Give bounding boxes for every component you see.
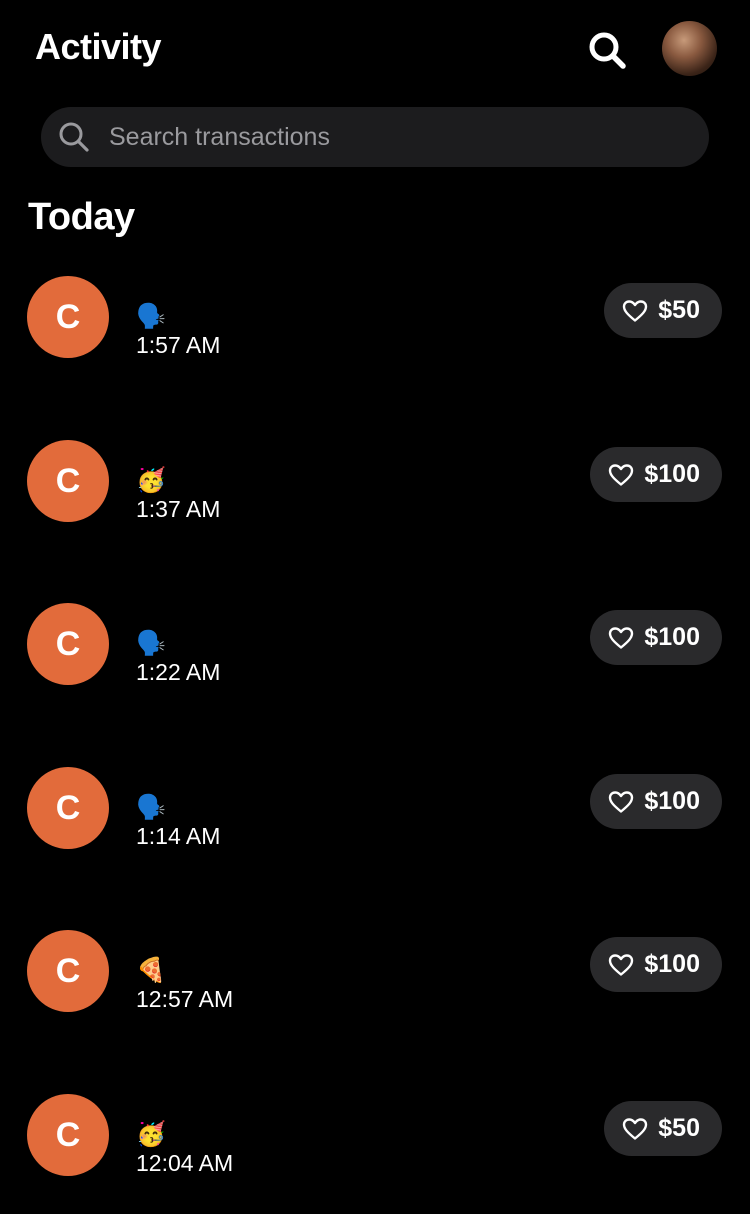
transaction-row[interactable]: C 🗣️ 1:22 AM $100 <box>0 603 750 723</box>
user-initial-avatar: C <box>27 930 109 1012</box>
heart-icon <box>623 299 648 322</box>
heart-icon <box>609 463 634 486</box>
search-input[interactable] <box>109 107 689 167</box>
transaction-row[interactable]: C 🥳 12:04 AM $50 <box>0 1094 750 1214</box>
transaction-note-emoji: 🥳 <box>136 1120 166 1148</box>
transaction-row[interactable]: C 🗣️ 1:57 AM $50 <box>0 276 750 396</box>
user-initial-avatar: C <box>27 276 109 358</box>
transaction-time: 1:57 AM <box>136 332 221 358</box>
amount-like-button[interactable]: $100 <box>590 447 722 502</box>
amount-label: $100 <box>644 460 700 488</box>
user-initial-avatar: C <box>27 440 109 522</box>
amount-like-button[interactable]: $50 <box>604 283 722 338</box>
transaction-note-emoji: 🗣️ <box>136 793 166 821</box>
amount-label: $100 <box>644 787 700 815</box>
transaction-time: 12:57 AM <box>136 986 234 1012</box>
user-initial-avatar: C <box>27 767 109 849</box>
transaction-row[interactable]: C 🗣️ 1:14 AM $100 <box>0 767 750 887</box>
transaction-time: 12:04 AM <box>136 1150 234 1176</box>
heart-icon <box>623 1117 648 1140</box>
transaction-time: 1:14 AM <box>136 823 221 849</box>
amount-label: $100 <box>644 623 700 651</box>
amount-label: $50 <box>658 296 700 324</box>
section-heading-today: Today <box>28 196 135 238</box>
amount-like-button[interactable]: $50 <box>604 1101 722 1156</box>
transaction-row[interactable]: C 🥳 1:37 AM $100 <box>0 440 750 560</box>
amount-like-button[interactable]: $100 <box>590 774 722 829</box>
page-title: Activity <box>35 26 162 67</box>
amount-like-button[interactable]: $100 <box>590 937 722 992</box>
top-bar: Activity <box>0 0 750 100</box>
search-icon <box>59 122 89 152</box>
heart-icon <box>609 790 634 813</box>
amount-label: $50 <box>658 1114 700 1142</box>
transaction-note-emoji: 🍕 <box>136 956 166 984</box>
heart-icon <box>609 953 634 976</box>
transaction-row[interactable]: C 🍕 12:57 AM $100 <box>0 930 750 1050</box>
search-bar[interactable] <box>41 107 709 167</box>
transaction-note-emoji: 🗣️ <box>136 629 166 657</box>
transaction-note-emoji: 🥳 <box>136 466 166 494</box>
search-icon <box>589 32 626 69</box>
transaction-time: 1:37 AM <box>136 496 221 522</box>
transaction-note-emoji: 🗣️ <box>136 302 166 330</box>
transaction-time: 1:22 AM <box>136 659 221 685</box>
heart-icon <box>609 626 634 649</box>
user-initial-avatar: C <box>27 1094 109 1176</box>
profile-avatar[interactable] <box>662 21 717 76</box>
amount-label: $100 <box>644 950 700 978</box>
search-button[interactable] <box>585 28 629 72</box>
user-initial-avatar: C <box>27 603 109 685</box>
amount-like-button[interactable]: $100 <box>590 610 722 665</box>
